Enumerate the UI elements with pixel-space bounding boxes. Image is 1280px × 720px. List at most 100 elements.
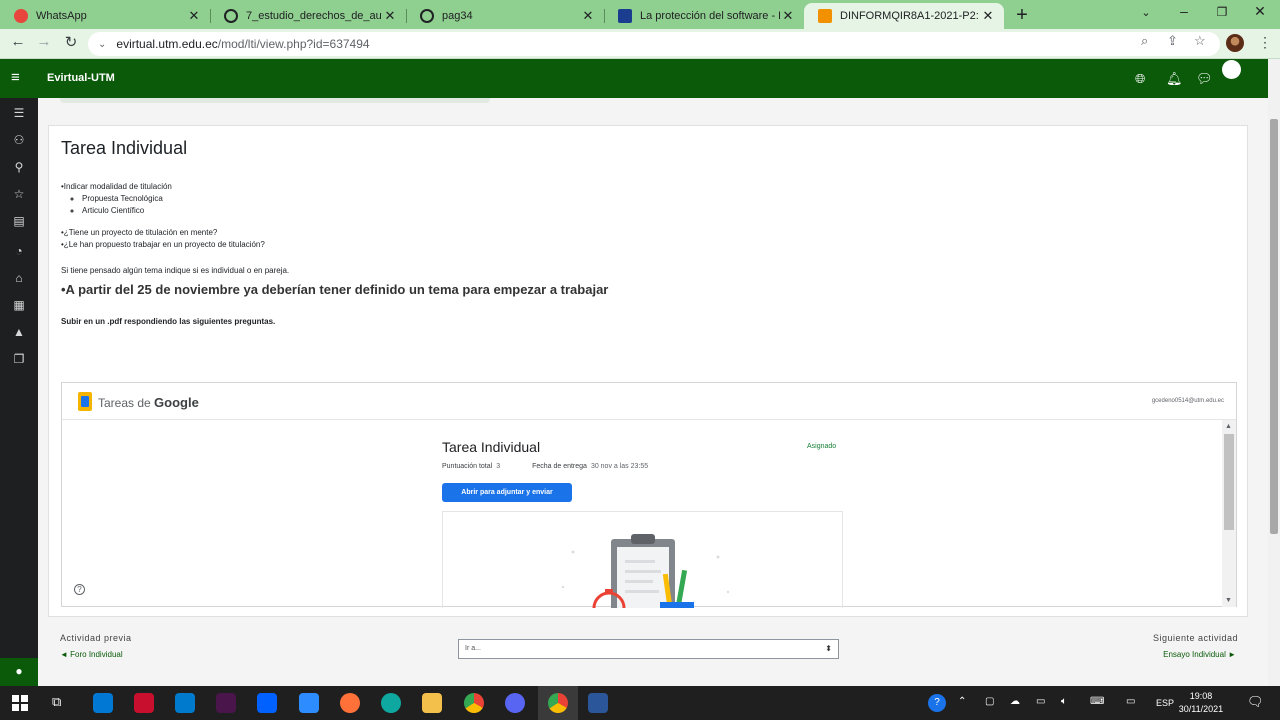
- site-info-chevron-icon[interactable]: ⌄: [98, 39, 106, 50]
- edge-app-icon[interactable]: [381, 693, 401, 713]
- award-icon[interactable]: ⚲: [11, 160, 27, 174]
- help-icon[interactable]: ?: [74, 584, 85, 595]
- office-app-icon[interactable]: [134, 693, 154, 713]
- tab-search-chevron-icon[interactable]: ⌄: [1135, 6, 1157, 19]
- embed-scrollbar[interactable]: ▲ ▼: [1222, 420, 1236, 607]
- close-tab-icon[interactable]: ✕: [780, 8, 796, 24]
- chrome-app-icon[interactable]: [464, 693, 484, 713]
- battery-icon[interactable]: ▭: [1036, 696, 1045, 707]
- share-icon[interactable]: ⇪: [1167, 33, 1178, 49]
- home-icon[interactable]: ⌂: [11, 271, 27, 285]
- files-icon[interactable]: ❐: [11, 352, 27, 366]
- onedrive-cloud-icon[interactable]: ☁: [1010, 696, 1020, 707]
- close-window-icon[interactable]: ✕: [1249, 3, 1271, 20]
- activity-navigation: Actividad previa ◄ Foro Individual Ir a.…: [48, 620, 1248, 680]
- windows-start-icon[interactable]: [12, 695, 28, 711]
- close-tab-icon[interactable]: ✕: [186, 8, 202, 24]
- page-title: Tarea Individual: [61, 138, 188, 158]
- language-indicator[interactable]: ESP: [1156, 698, 1174, 708]
- volume-icon[interactable]: 🔈︎: [1061, 696, 1067, 707]
- windows-taskbar: ⧉ ? ⌃ ▢ ☁ ▭ 🔈︎ ⌨ ▭ ESP 19:08 30/11/2021 …: [0, 686, 1280, 720]
- previous-activity-link[interactable]: ◄ Foro Individual: [60, 650, 123, 659]
- scroll-up-arrow-icon[interactable]: ▲: [1225, 423, 1232, 430]
- minimize-icon[interactable]: –: [1173, 3, 1195, 19]
- slack-app-icon[interactable]: [216, 693, 236, 713]
- status-badge: Asignado: [807, 443, 837, 450]
- scales-favicon-icon: [618, 9, 632, 23]
- device-icon[interactable]: ▢: [985, 696, 994, 707]
- dashboard-icon[interactable]: ◔: [11, 244, 27, 258]
- taskbar-clock[interactable]: 19:08 30/11/2021: [1178, 690, 1224, 716]
- browser-menu-icon[interactable]: ⋮: [1258, 34, 1272, 51]
- book-icon[interactable]: ▤: [11, 214, 27, 228]
- clock-time: 19:08: [1189, 691, 1213, 701]
- vscode-app-icon[interactable]: [175, 693, 195, 713]
- tab-whatsapp[interactable]: WhatsApp ✕: [0, 3, 210, 29]
- word-app-icon[interactable]: [588, 693, 608, 713]
- bookmark-star-icon[interactable]: ☆: [1194, 33, 1206, 49]
- tab-pag34[interactable]: pag34 ✕: [406, 3, 604, 29]
- address-bar[interactable]: ⌄ evirtual.utm.edu.ec/mod/lti/view.php?i…: [88, 32, 1220, 56]
- site-name[interactable]: Evirtual-UTM: [47, 72, 115, 84]
- next-activity-link[interactable]: Ensayo Individual ►: [1163, 650, 1236, 659]
- page-content: Tarea Individual •Indicar modalidad de t…: [38, 98, 1268, 686]
- deadline-headline: •A partir del 25 de noviembre ya debería…: [61, 282, 609, 297]
- open-attach-submit-button[interactable]: Abrir para adjuntar y enviar: [442, 483, 572, 502]
- messages-chat-icon[interactable]: 💬︎: [1196, 71, 1213, 87]
- list-icon[interactable]: ☰: [11, 106, 27, 120]
- task-view-icon[interactable]: ⧉: [52, 694, 61, 710]
- users-icon[interactable]: ⚇: [11, 133, 27, 147]
- tab-proteccion-software[interactable]: La protección del software - Dere ✕: [604, 3, 804, 29]
- mail-app-icon[interactable]: [93, 693, 113, 713]
- tab-title: DINFORMQIR8A1-2021-P2: Tarea: [840, 10, 980, 22]
- graduation-icon[interactable]: ▲: [11, 325, 27, 339]
- back-arrow-icon[interactable]: ←: [8, 33, 28, 50]
- reload-icon[interactable]: ↻: [61, 33, 81, 51]
- activity-card: Tarea Individual •Indicar modalidad de t…: [48, 125, 1248, 617]
- embed-scroll-thumb[interactable]: [1224, 434, 1234, 530]
- moodle-favicon-icon: [818, 9, 832, 23]
- tab-title: pag34: [442, 10, 473, 22]
- calendar-icon[interactable]: ▦: [11, 298, 27, 312]
- previous-activity-label: Actividad previa: [60, 633, 132, 643]
- page-scrollbar[interactable]: [1268, 59, 1280, 686]
- page-scroll-thumb[interactable]: [1270, 119, 1278, 534]
- notifications-bell-icon[interactable]: 🔔︎: [1166, 71, 1183, 87]
- google-tasks-embed: Tareas de Google gcedeno0514@utm.edu.ec …: [61, 382, 1237, 608]
- tab-dinformqir-active[interactable]: DINFORMQIR8A1-2021-P2: Tarea ✕: [804, 3, 1004, 29]
- dropbox-app-icon[interactable]: [257, 693, 277, 713]
- restore-icon[interactable]: ❐: [1211, 5, 1233, 19]
- language-globe-icon[interactable]: 🌐︎: [1135, 71, 1145, 87]
- jump-to-value: Ir a...: [465, 645, 481, 652]
- close-tab-icon[interactable]: ✕: [580, 8, 596, 24]
- firefox-app-icon[interactable]: [340, 693, 360, 713]
- close-tab-icon[interactable]: ✕: [382, 8, 398, 24]
- whatsapp-favicon-icon: [14, 9, 28, 23]
- star-icon[interactable]: ☆: [11, 187, 27, 201]
- notification-center-icon[interactable]: 🗨︎: [1247, 694, 1264, 710]
- help-notification-icon[interactable]: ?: [928, 694, 946, 712]
- points-value: 3: [496, 463, 501, 470]
- user-avatar[interactable]: [1222, 60, 1241, 79]
- file-explorer-app-icon[interactable]: [422, 693, 442, 713]
- tray-chevron-icon[interactable]: ⌃: [958, 696, 966, 707]
- due-value: 30 nov a las 23:55: [590, 463, 649, 470]
- zoom-app-icon[interactable]: [299, 693, 319, 713]
- new-tab-button[interactable]: +: [1012, 4, 1032, 27]
- modality-prompt: •Indicar modalidad de titulación: [61, 182, 172, 191]
- jump-to-select[interactable]: Ir a... ⬍: [458, 639, 839, 659]
- scroll-down-arrow-icon[interactable]: ▼: [1225, 597, 1232, 604]
- modality-options: Propuesta Tecnológica Articulo Científic…: [61, 193, 608, 217]
- globe-favicon-icon: [420, 9, 434, 23]
- chrome-profile-app-icon[interactable]: [548, 693, 568, 713]
- zoom-icon[interactable]: ⌕: [1141, 33, 1148, 49]
- input-indicator-icon[interactable]: ▭: [1126, 696, 1135, 707]
- tab-derechos-autor[interactable]: 7_estudio_derechos_de_autor_fr ✕: [210, 3, 406, 29]
- keyboard-icon[interactable]: ⌨: [1090, 696, 1104, 707]
- discord-app-icon[interactable]: [505, 693, 525, 713]
- hamburger-menu-icon[interactable]: ≡: [11, 69, 20, 86]
- help-circle-icon[interactable]: ●: [0, 658, 38, 686]
- profile-avatar[interactable]: [1226, 34, 1244, 52]
- forward-arrow-icon[interactable]: →: [34, 33, 54, 50]
- close-tab-icon[interactable]: ✕: [980, 8, 996, 24]
